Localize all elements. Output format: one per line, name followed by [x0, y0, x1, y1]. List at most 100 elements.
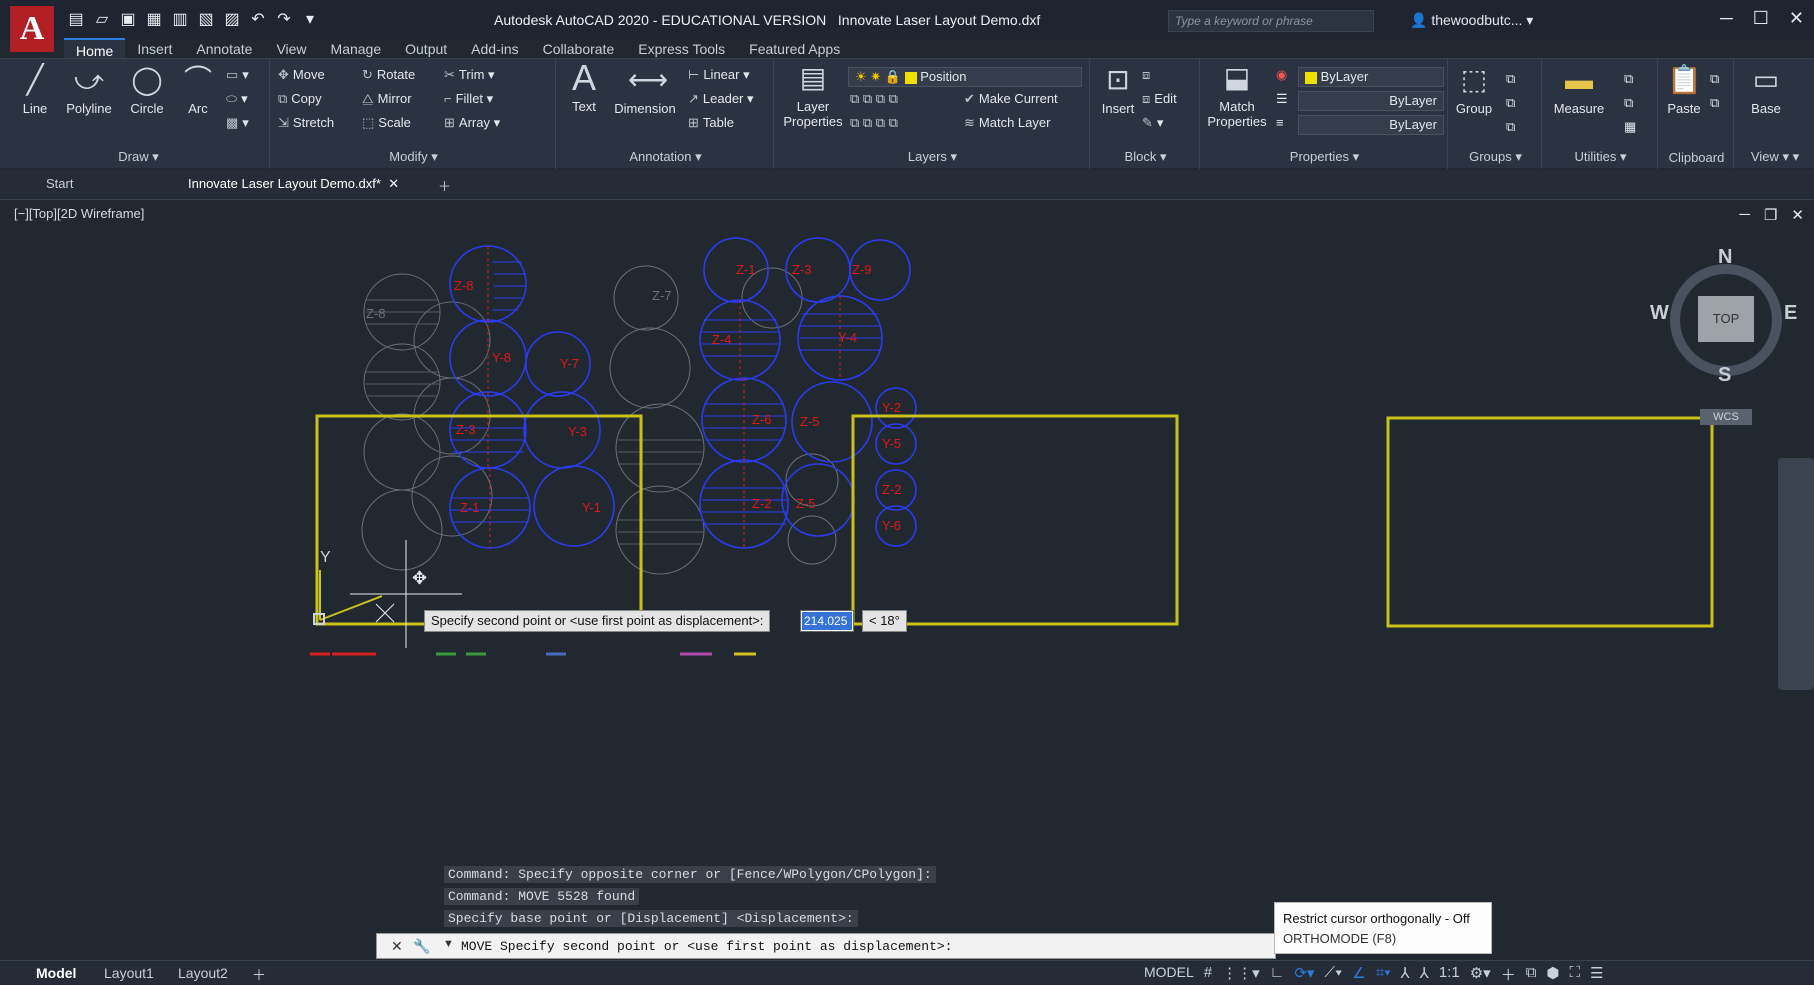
drawing-canvas[interactable]: Z-8 Z-8 Y-8 Y-7 Z-3 Y-3 Z-1 Y-1 Z-1 Z-3 … [0, 200, 1814, 956]
polyline-tool[interactable]: ⤻ Polyline [60, 63, 118, 116]
paste-button[interactable]: 📋 Paste [1662, 63, 1706, 116]
dynamic-input-angle[interactable]: < 18° [862, 610, 907, 632]
plus-icon[interactable]: ＋ [1501, 964, 1516, 985]
wcs-menu[interactable]: WCS [1700, 409, 1752, 425]
ortho-icon[interactable]: ∟ [1270, 964, 1285, 985]
viewcube-top-face[interactable]: TOP [1698, 296, 1754, 342]
dynamic-input-distance[interactable]: 214.025 [800, 610, 854, 632]
layer-tools-row[interactable]: ⧉ ⧉ ⧉ ⧉ [850, 91, 898, 107]
save-as-icon[interactable]: ▦ [144, 10, 164, 30]
command-line-input[interactable]: ✕ 🔧 ▼ MOVE Specify second point or <use … [376, 933, 1276, 959]
customize-qat-icon[interactable]: ▾ [300, 10, 320, 30]
undo-icon[interactable]: ↶ [248, 10, 268, 30]
hatch-tool[interactable]: ▩ ▾ [226, 115, 249, 131]
search-input[interactable]: Type a keyword or phrase [1168, 10, 1374, 32]
close-command-icon[interactable]: ✕ [377, 938, 403, 955]
color-dropdown[interactable]: ByLayer [1298, 67, 1444, 87]
array-button[interactable]: ⊞ Array ▾ [444, 115, 500, 131]
properties-panel-title[interactable]: Properties ▾ [1202, 149, 1447, 165]
clipboard-tools[interactable]: ⧉ ⧉ [1710, 67, 1719, 115]
publish-icon[interactable]: ▥ [170, 10, 190, 30]
match-properties-button[interactable]: ⬓ Match Properties [1202, 61, 1272, 129]
arc-tool[interactable]: ⌒ Arc [178, 63, 218, 116]
navigation-bar[interactable] [1778, 458, 1814, 690]
layer-tools-row-2[interactable]: ⧉ ⧉ ⧉ ⧉ [850, 115, 898, 131]
rotate-button[interactable]: ↻ Rotate [362, 67, 415, 83]
object-snap-tracking-icon[interactable]: ∠ [1352, 964, 1365, 985]
maximize-icon[interactable]: ☐ [1753, 8, 1769, 29]
match-layer-button[interactable]: ≋ Match Layer [964, 115, 1050, 131]
lineweight-icon[interactable]: ☰ [1276, 91, 1288, 107]
autocad-logo[interactable]: A [10, 6, 54, 52]
snap-icon[interactable]: ⋮⋮▾ [1222, 964, 1260, 985]
view-panel-title[interactable]: View ▾ ▾ [1736, 149, 1814, 165]
isolate-objects-icon[interactable]: ⧉ [1526, 964, 1537, 985]
compass-east[interactable]: E [1784, 302, 1797, 325]
measure-button[interactable]: ▬ Measure [1548, 63, 1610, 116]
draw-panel-title[interactable]: Draw ▾ [8, 149, 269, 165]
group-button[interactable]: ⬚ Group [1452, 63, 1496, 116]
lineweight-dropdown[interactable]: ByLayer [1298, 91, 1444, 111]
color-wheel-icon[interactable]: ◉ [1276, 67, 1287, 83]
annotation-panel-title[interactable]: Annotation ▾ [558, 149, 773, 165]
grid-icon[interactable]: # [1204, 964, 1212, 985]
ellipse-tool[interactable]: ⬭ ▾ [226, 91, 248, 107]
fillet-button[interactable]: ⌐ Fillet ▾ [444, 91, 493, 107]
add-layout-icon[interactable]: ＋ [252, 965, 266, 985]
groups-panel-title[interactable]: Groups ▾ [1450, 149, 1541, 165]
workspace-gear-icon[interactable]: ⚙▾ [1470, 964, 1491, 985]
model-tab[interactable]: Model [36, 965, 76, 981]
linear-button[interactable]: ⊢ Linear ▾ [688, 67, 750, 83]
utilities-panel-title[interactable]: Utilities ▾ [1544, 149, 1657, 165]
leader-button[interactable]: ↗ Leader ▾ [688, 91, 754, 107]
base-button[interactable]: ▭ Base [1740, 63, 1792, 116]
user-menu[interactable]: 👤 thewoodbutc... ▾ [1410, 12, 1533, 29]
annotation-scale[interactable]: 1:1 [1439, 964, 1460, 985]
linetype-icon[interactable]: ≡ [1276, 115, 1284, 130]
object-snap-icon[interactable]: ⌗▾ [1376, 964, 1391, 985]
model-space-button[interactable]: MODEL [1144, 964, 1194, 985]
customization-menu-icon[interactable]: ☰ [1590, 964, 1603, 985]
scale-button[interactable]: ⬚ Scale [362, 115, 411, 131]
modify-panel-title[interactable]: Modify ▾ [272, 149, 555, 165]
make-current-button[interactable]: ✔ Make Current [964, 91, 1058, 107]
insert-button[interactable]: ⊡ Insert [1096, 63, 1140, 116]
auto-scale-icon[interactable]: ⅄ [1420, 964, 1429, 985]
text-tool[interactable]: A Text [564, 60, 604, 115]
copy-button[interactable]: ⧉ Copy [278, 91, 322, 107]
layers-panel-title[interactable]: Layers ▾ [776, 149, 1089, 165]
edit-block-button[interactable]: ⧈ Edit [1142, 91, 1177, 107]
group-tools[interactable]: ⧉ ⧉ ⧉ [1506, 67, 1515, 139]
layer-properties-button[interactable]: ▤ Layer Properties [780, 61, 846, 129]
print-icon[interactable]: ▨ [222, 10, 242, 30]
compass-west[interactable]: W [1650, 302, 1669, 325]
layout1-tab[interactable]: Layout1 [104, 965, 154, 981]
close-tab-icon[interactable]: ✕ [388, 176, 399, 191]
layout2-tab[interactable]: Layout2 [178, 965, 228, 981]
table-button[interactable]: ⊞ Table [688, 115, 734, 131]
active-document-tab[interactable]: Innovate Laser Layout Demo.dxf* ✕ [188, 176, 399, 192]
dimension-tool[interactable]: ⟷ Dimension [610, 63, 680, 116]
block-attributes-button[interactable]: ✎ ▾ [1142, 115, 1163, 131]
recent-commands-icon[interactable]: ▼ [443, 938, 454, 950]
minimize-icon[interactable]: ─ [1720, 8, 1733, 29]
stretch-button[interactable]: ⇲ Stretch [278, 115, 334, 131]
line-tool[interactable]: ╱ Line [14, 63, 56, 116]
plot-preview-icon[interactable]: ▧ [196, 10, 216, 30]
create-block-button[interactable]: ⧈ [1142, 67, 1154, 83]
compass-south[interactable]: S [1718, 364, 1731, 387]
move-button[interactable]: ✥ Move [278, 67, 325, 83]
block-panel-title[interactable]: Block ▾ [1092, 149, 1199, 165]
redo-icon[interactable]: ↷ [274, 10, 294, 30]
close-icon[interactable]: ✕ [1789, 8, 1804, 29]
clean-screen-icon[interactable]: ⛶ [1570, 964, 1581, 985]
open-icon[interactable]: ▱ [92, 10, 112, 30]
utility-tools[interactable]: ⧉ ⧉ ▦ [1624, 67, 1636, 139]
polar-tracking-icon[interactable]: ⟳▾ [1294, 964, 1314, 985]
circle-tool[interactable]: ◯ Circle [124, 63, 170, 116]
mirror-button[interactable]: ⧋ Mirror [362, 91, 412, 107]
new-tab-icon[interactable]: ＋ [438, 176, 451, 195]
hardware-acceleration-icon[interactable]: ⬢ [1546, 964, 1559, 985]
annotation-visibility-icon[interactable]: ⅄ [1401, 964, 1410, 985]
compass-north[interactable]: N [1718, 246, 1732, 269]
